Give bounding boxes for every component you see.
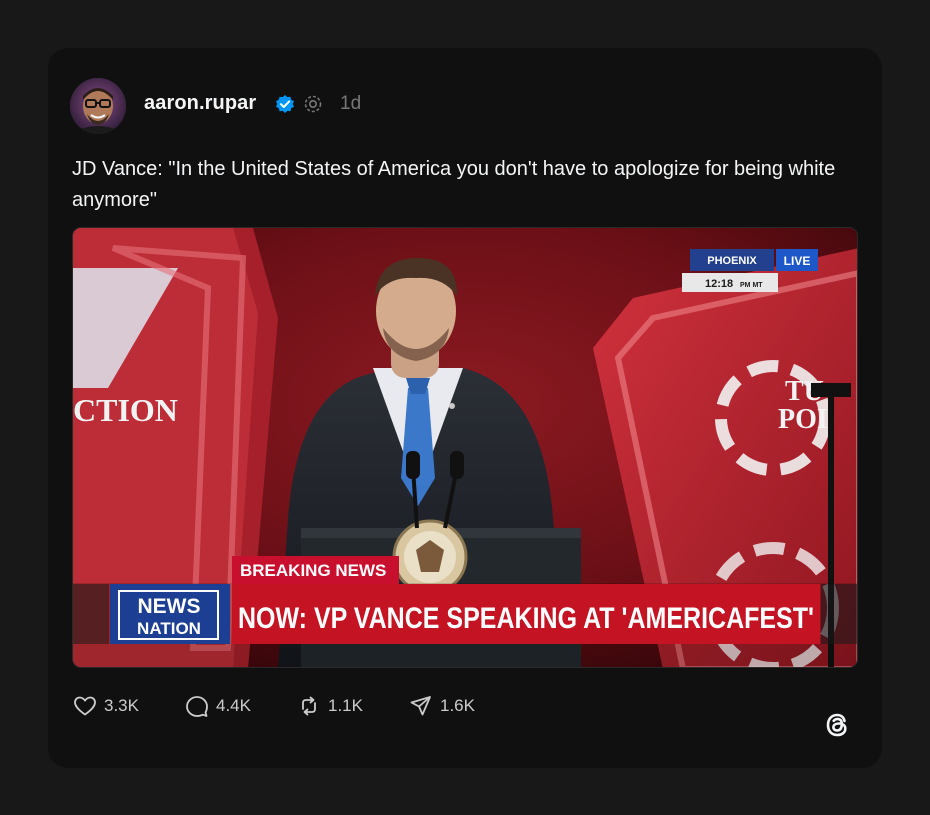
send-icon: [410, 696, 431, 716]
reply-bubble-icon: [186, 696, 208, 717]
backdrop-text: CTION: [73, 392, 178, 428]
headline-text: NOW: VP VANCE SPEAKING AT 'AMERICAFEST': [238, 602, 814, 635]
reply-button[interactable]: 4.4K: [184, 692, 251, 720]
repost-button[interactable]: 1.1K: [296, 692, 363, 720]
threads-logo-icon[interactable]: [820, 708, 854, 742]
backdrop-text-right-bottom: POI: [778, 404, 828, 435]
heart-icon: [74, 696, 96, 716]
username-link[interactable]: aaron.rupar: [144, 92, 256, 115]
threads-post-card: aaron.rupar 1d JD Vance: "In the United …: [48, 48, 882, 768]
post-text: JD Vance: "In the United States of Ameri…: [72, 158, 836, 211]
clock-time: 12:18: [705, 278, 733, 290]
live-label: LIVE: [784, 254, 811, 268]
breaking-news-label: BREAKING NEWS: [240, 561, 386, 580]
ai-label-icon[interactable]: [303, 94, 323, 114]
share-button[interactable]: 1.6K: [408, 692, 475, 720]
post-timestamp[interactable]: 1d: [340, 93, 361, 115]
repost-icon: [302, 696, 316, 716]
like-count: 3.3K: [104, 696, 139, 715]
like-button[interactable]: 3.3K: [72, 692, 139, 720]
repost-count: 1.1K: [328, 696, 363, 715]
reply-count: 4.4K: [216, 696, 251, 715]
avatar[interactable]: [70, 78, 126, 134]
location-label: PHOENIX: [707, 255, 757, 267]
network-logo-bottom: NATION: [137, 619, 201, 638]
share-count: 1.6K: [440, 696, 475, 715]
verified-badge-icon: [276, 95, 294, 113]
post-video[interactable]: CTION TU POI PHOENIX LIVE 12:18 PM MT BR…: [72, 227, 858, 668]
clock-suffix: PM MT: [740, 282, 763, 289]
network-logo-top: NEWS: [138, 595, 201, 618]
